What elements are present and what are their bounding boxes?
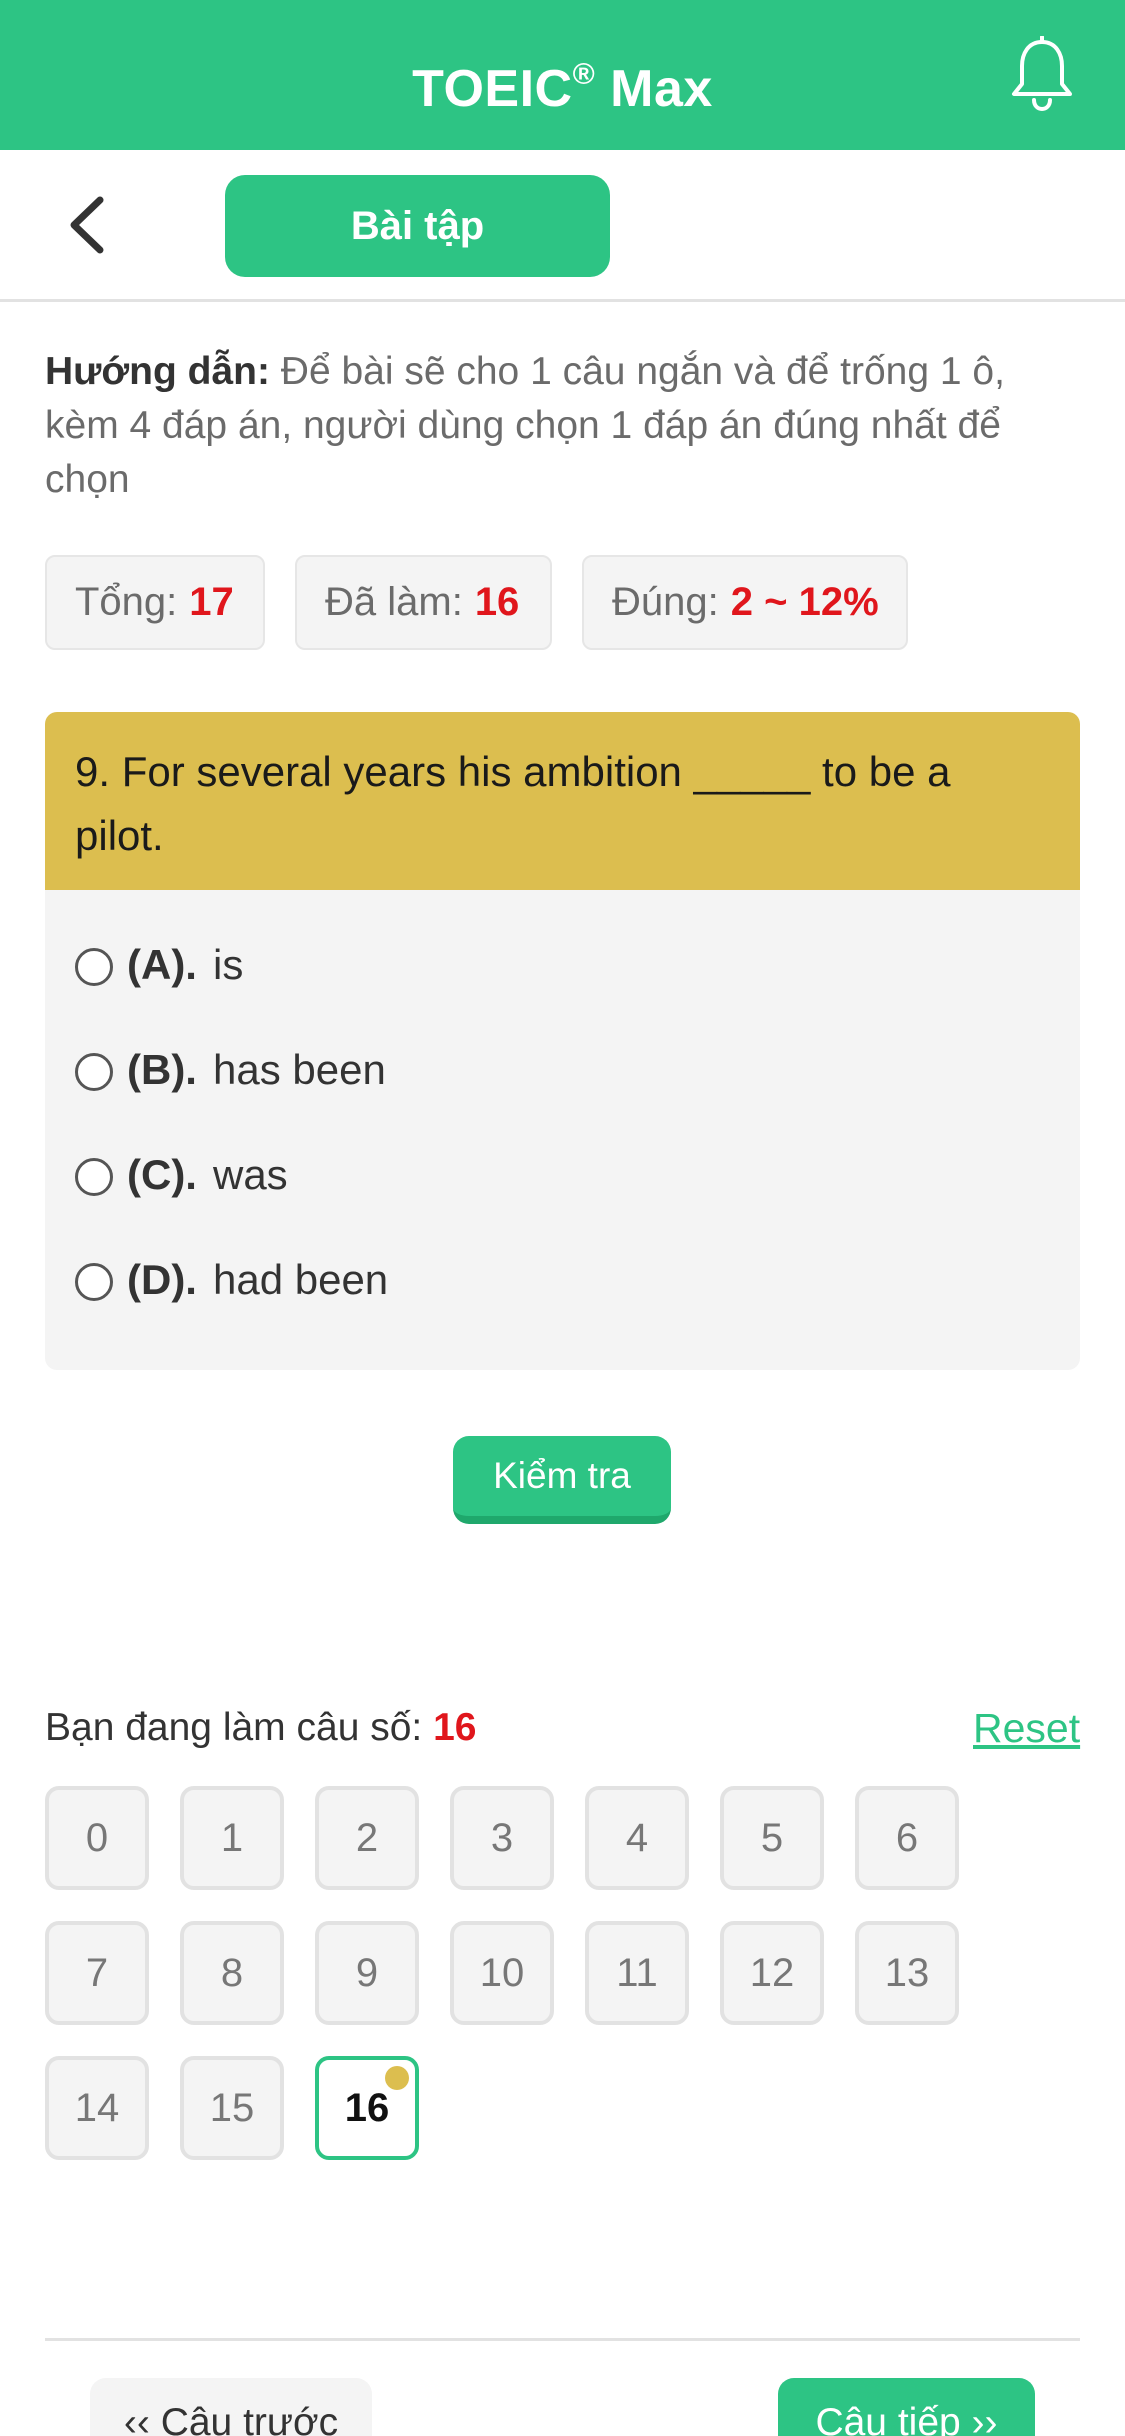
bell-icon[interactable] — [1010, 36, 1074, 112]
stat-done-value: 16 — [474, 580, 520, 624]
question-number-button[interactable]: 9 — [315, 1921, 419, 2025]
progress-label: Bạn đang làm câu số: 16 — [45, 1706, 477, 1749]
stat-total: Tổng: 17 — [45, 555, 265, 650]
options-panel: (A). is (B). has been (C). was (D). had been — [45, 890, 1080, 1370]
question-number-button[interactable]: 11 — [585, 1921, 689, 2025]
option-c[interactable]: (C). was — [75, 1140, 288, 1210]
question-number-button[interactable]: 3 — [450, 1786, 554, 1890]
question-number-button[interactable]: 0 — [45, 1786, 149, 1890]
app-title: TOEIC® Max — [412, 58, 713, 118]
stat-done: Đã làm: 16 — [295, 555, 552, 650]
stat-correct: Đúng: 2 ~ 12% — [582, 555, 908, 650]
question-number-button[interactable]: 8 — [180, 1921, 284, 2025]
current-question-number: 16 — [433, 1706, 477, 1749]
option-a[interactable]: (A). is — [75, 930, 243, 1000]
app-header: TOEIC® Max — [0, 0, 1125, 150]
question-number-button[interactable]: 4 — [585, 1786, 689, 1890]
question-number-button[interactable]: 13 — [855, 1921, 959, 2025]
question-number-button-current[interactable]: 16 — [315, 2056, 419, 2160]
question-text: 9. For several years his ambition _____ … — [45, 712, 1080, 890]
radio-button[interactable] — [75, 948, 113, 986]
question-number-button[interactable]: 10 — [450, 1921, 554, 2025]
question-number-button[interactable]: 12 — [720, 1921, 824, 2025]
sub-toolbar: Bài tập — [0, 150, 1125, 302]
question-number-button[interactable]: 5 — [720, 1786, 824, 1890]
radio-button[interactable] — [75, 1158, 113, 1196]
question-number-button[interactable]: 7 — [45, 1921, 149, 2025]
check-button[interactable]: Kiểm tra — [453, 1436, 671, 1524]
question-number-button[interactable]: 2 — [315, 1786, 419, 1890]
radio-button[interactable] — [75, 1263, 113, 1301]
question-number-button[interactable]: 15 — [180, 2056, 284, 2160]
stat-total-value: 17 — [189, 580, 234, 624]
question-number-button[interactable]: 1 — [180, 1786, 284, 1890]
option-b[interactable]: (B). has been — [75, 1035, 386, 1105]
instruction-text: Hướng dẫn: Để bài sẽ cho 1 câu ngắn và đ… — [45, 345, 1085, 507]
tab-exercise[interactable]: Bài tập — [225, 175, 610, 277]
chevron-left-icon[interactable] — [60, 190, 120, 260]
next-question-button[interactable]: Câu tiếp ›› — [778, 2378, 1035, 2436]
question-number-button[interactable]: 14 — [45, 2056, 149, 2160]
option-d[interactable]: (D). had been — [75, 1245, 388, 1315]
answered-dot — [385, 2066, 409, 2090]
instruction-label: Hướng dẫn: — [45, 350, 270, 393]
radio-button[interactable] — [75, 1053, 113, 1091]
question-number-button[interactable]: 6 — [855, 1786, 959, 1890]
reset-link[interactable]: Reset — [973, 1700, 1080, 1756]
stat-correct-value: 2 ~ 12% — [730, 580, 879, 624]
previous-question-button[interactable]: ‹‹ Câu trước — [90, 2378, 372, 2436]
divider — [45, 2338, 1080, 2341]
